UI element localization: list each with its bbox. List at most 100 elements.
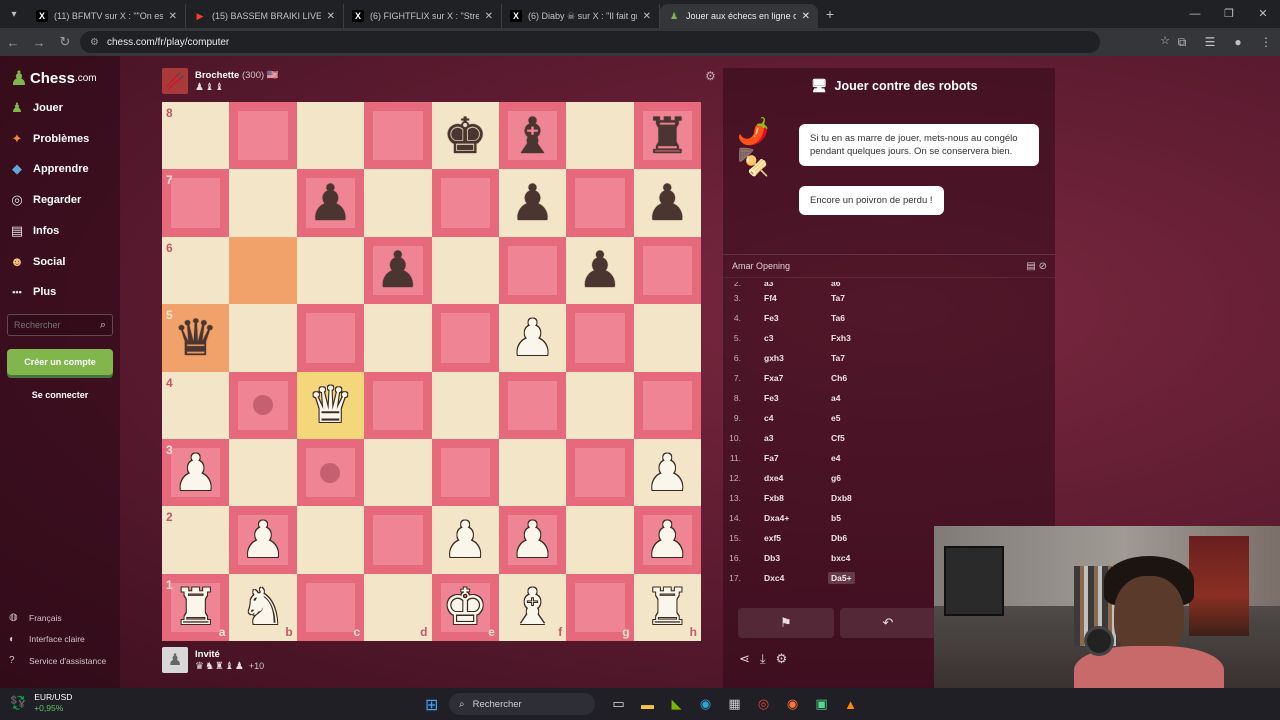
sidebar-item-apprendre[interactable]: ◆ Apprendre xyxy=(8,161,89,177)
black-bishop-icon[interactable]: ♝ xyxy=(510,111,555,161)
black-move[interactable]: b5 xyxy=(831,513,841,523)
square-c7[interactable]: ♟ xyxy=(296,169,365,237)
chess-logo[interactable]: ♟ Chess .com xyxy=(10,66,97,91)
sidebar-search[interactable]: ⌕ xyxy=(7,314,113,336)
square-e5[interactable] xyxy=(431,304,499,372)
white-move[interactable]: Db3 xyxy=(764,553,780,563)
black-move[interactable]: Da5+ xyxy=(828,572,855,584)
discord-icon[interactable]: ▣ xyxy=(807,693,836,715)
new-tab-button[interactable]: + xyxy=(818,6,842,22)
square-c5[interactable] xyxy=(296,304,365,372)
vlc-icon[interactable]: ▲ xyxy=(836,693,865,715)
profile-icon[interactable]: ● xyxy=(1224,35,1252,49)
black-pawn-icon[interactable]: ♟ xyxy=(375,245,420,295)
reload-icon[interactable]: ↻ xyxy=(52,34,78,50)
black-move[interactable]: Dxb8 xyxy=(831,493,852,503)
close-tab-icon[interactable]: ✕ xyxy=(643,11,651,22)
black-pawn-icon[interactable]: ♟ xyxy=(510,178,555,228)
sidebar-item-jouer[interactable]: ♟ Jouer xyxy=(8,100,63,116)
white-rook-icon[interactable]: ♜ xyxy=(645,582,690,632)
nvidia-icon[interactable]: ◣ xyxy=(662,693,691,715)
white-move[interactable]: c4 xyxy=(764,413,773,423)
black-move[interactable]: Ta7 xyxy=(831,353,845,363)
square-a1[interactable]: 1 a ♜ xyxy=(162,573,230,641)
white-move[interactable]: exf5 xyxy=(764,533,781,543)
browser-menu-icon[interactable]: ⋮ xyxy=(1252,35,1280,49)
white-move[interactable]: Fa7 xyxy=(764,453,779,463)
square-d8[interactable] xyxy=(364,102,432,170)
login-button[interactable]: Se connecter xyxy=(7,383,113,407)
square-c4[interactable]: ♛ xyxy=(296,371,365,439)
square-e1[interactable]: e ♚ xyxy=(431,573,499,641)
square-e2[interactable]: ♟ xyxy=(431,506,499,574)
browser-tab[interactable]: ♟ Jouer aux échecs en ligne contre ✕ xyxy=(660,4,818,28)
sidebar-item-problèmes[interactable]: ✦ Problèmes xyxy=(8,131,90,147)
square-h3[interactable]: ♟ xyxy=(633,438,701,507)
square-g6[interactable]: ♟ xyxy=(566,236,634,305)
sidebar-footer-item[interactable]: ◐ Interface claire xyxy=(9,634,85,645)
square-a5[interactable]: 5 ♛ xyxy=(162,304,230,372)
white-move[interactable]: Dxa4+ xyxy=(764,513,789,523)
minimize-icon[interactable]: — xyxy=(1178,0,1212,28)
square-a7[interactable]: 7 xyxy=(162,169,230,237)
chrome-icon[interactable]: ◎ xyxy=(749,693,778,715)
white-move[interactable]: a3 xyxy=(764,433,773,443)
black-move[interactable]: Ta6 xyxy=(831,313,845,323)
black-move[interactable]: a4 xyxy=(831,393,840,403)
black-pawn-icon[interactable]: ♟ xyxy=(645,178,690,228)
white-move[interactable]: Fxb8 xyxy=(764,493,784,503)
browser-tab[interactable]: X (6) Diaby ☠ sur X : "Il fait grave ✕ xyxy=(502,4,660,28)
square-f1[interactable]: f ♝ xyxy=(498,573,567,641)
square-f5[interactable]: ♟ xyxy=(498,304,567,372)
close-tab-icon[interactable]: ✕ xyxy=(327,11,335,22)
black-move[interactable]: Db6 xyxy=(831,533,847,543)
square-e3[interactable] xyxy=(431,438,499,507)
white-pawn-icon[interactable]: ♟ xyxy=(443,515,488,565)
square-d1[interactable]: d xyxy=(364,573,432,641)
square-g1[interactable]: g xyxy=(566,573,634,641)
square-f4[interactable] xyxy=(498,371,567,439)
square-f3[interactable] xyxy=(498,438,567,507)
square-g7[interactable] xyxy=(566,169,634,237)
sidebar-item-regarder[interactable]: ◎ Regarder xyxy=(8,192,81,208)
firefox-icon[interactable]: ◉ xyxy=(778,693,807,715)
url-field[interactable]: ⚙ chess.com/fr/play/computer xyxy=(80,31,1100,53)
extensions-icon[interactable]: ⧉ xyxy=(1168,35,1196,50)
file-explorer-icon[interactable]: ▬ xyxy=(633,693,662,715)
search-input[interactable] xyxy=(14,320,100,330)
resign-button[interactable]: ⚑ xyxy=(738,608,834,638)
square-c6[interactable] xyxy=(296,236,365,305)
task-view-icon[interactable]: ▭ xyxy=(604,693,633,715)
close-tab-icon[interactable]: ✕ xyxy=(169,11,177,22)
white-move[interactable]: Dxc4 xyxy=(764,573,784,583)
square-e8[interactable]: ♚ xyxy=(431,102,499,170)
opening-book-icon[interactable]: ▤ ⊘ xyxy=(1026,261,1047,272)
square-b6[interactable] xyxy=(229,236,297,305)
close-tab-icon[interactable]: ✕ xyxy=(485,11,493,22)
black-king-icon[interactable]: ♚ xyxy=(443,111,488,161)
white-pawn-icon[interactable]: ♟ xyxy=(241,515,286,565)
black-pawn-icon[interactable]: ♟ xyxy=(308,178,353,228)
square-a4[interactable]: 4 xyxy=(162,371,230,439)
black-move[interactable]: Ta7 xyxy=(831,293,845,303)
white-pawn-icon[interactable]: ♟ xyxy=(510,313,555,363)
search-icon[interactable]: ⌕ xyxy=(100,319,106,332)
maximize-icon[interactable]: ❐ xyxy=(1212,0,1246,28)
white-move[interactable]: Fe3 xyxy=(764,393,779,403)
square-a2[interactable]: 2 xyxy=(162,506,230,574)
browser-tab[interactable]: X (6) FIGHTFLIX sur X : "Streamer ✕ xyxy=(344,4,502,28)
white-pawn-icon[interactable]: ♟ xyxy=(645,448,690,498)
square-b3[interactable] xyxy=(229,438,297,507)
sidebar-footer-item[interactable]: ◍ Français xyxy=(9,612,62,623)
square-e6[interactable] xyxy=(431,236,499,305)
back-icon[interactable]: ← xyxy=(0,35,26,50)
site-info-icon[interactable]: ⚙ xyxy=(90,37,99,48)
square-g8[interactable] xyxy=(566,102,634,170)
sidebar-footer-item[interactable]: ? Service d'assistance xyxy=(9,655,106,666)
square-h4[interactable] xyxy=(633,371,701,439)
square-h7[interactable]: ♟ xyxy=(633,169,701,237)
forward-icon[interactable]: → xyxy=(26,35,52,50)
takeback-button[interactable]: ↶ xyxy=(840,608,936,638)
close-window-icon[interactable]: ✕ xyxy=(1246,0,1280,28)
black-move[interactable]: g6 xyxy=(831,473,841,483)
